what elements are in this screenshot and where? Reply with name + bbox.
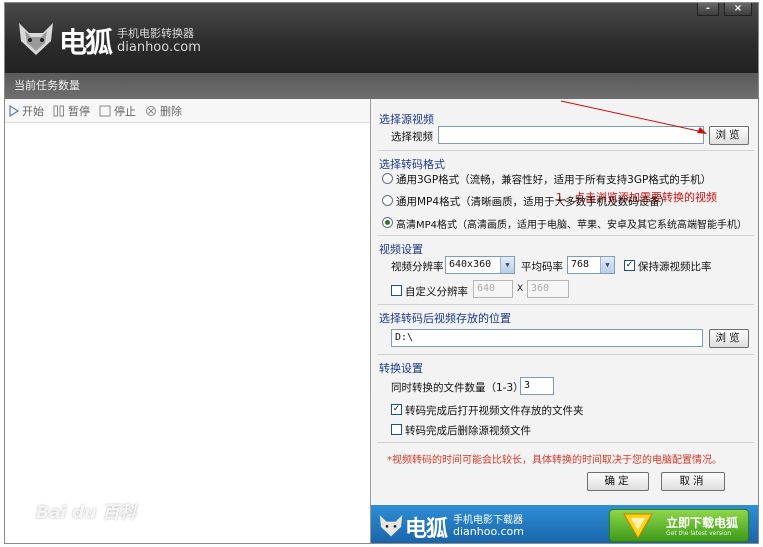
delete-icon — [146, 105, 156, 116]
settings-panel: 选择源视频 选择视频 浏览 1、点击浏览添加需要转换的视频 选择转码格式 通用3… — [371, 99, 758, 543]
start-button[interactable]: 开始 — [9, 103, 44, 119]
resolution-label: 视频分辨率 — [391, 261, 444, 273]
output-path-input[interactable]: D:\ — [391, 329, 703, 347]
output-browse-button[interactable]: 浏览 — [709, 329, 749, 348]
delete-source-checkbox[interactable] — [391, 424, 402, 435]
fox-logo-icon — [379, 515, 403, 537]
brand-subtitle: 手机电影转换器 — [117, 27, 194, 40]
output-section-title: 选择转码后视频存放的位置 — [379, 312, 511, 325]
custom-height-input[interactable]: 360 — [527, 280, 569, 298]
format-3gp-label[interactable]: 通用3GP格式（流畅，兼容性好，适用于所有支持3GP格式的手机） — [396, 172, 711, 187]
bitrate-value: 768 — [571, 259, 590, 270]
pause-label: 暂停 — [68, 104, 90, 118]
delete-button[interactable]: 删除 — [145, 103, 182, 119]
brand-domain: dianhoo.com — [117, 40, 201, 55]
annotation-arrow-icon — [560, 100, 707, 134]
pause-icon — [53, 105, 64, 116]
time-note: *视频转码的时间可能会比较长，具体转换的时间取决于您的电脑配置情况。 — [387, 455, 722, 466]
watermark: Bai du 百科 — [36, 503, 137, 523]
delete-source-label[interactable]: 转码完成后删除源视频文件 — [405, 423, 531, 438]
task-count-label: 当前任务数量 — [14, 79, 80, 92]
chevron-down-icon: ▼ — [600, 257, 614, 273]
format-hd-mp4-label[interactable]: 高清MP4格式（高清画质，适用于电脑、苹果、安卓及其它系统高端智能手机） — [396, 216, 747, 231]
keep-ratio-label[interactable]: 保持源视频比率 — [638, 259, 712, 274]
bitrate-label: 平均码率 — [521, 261, 563, 273]
concurrent-count-input[interactable]: 3 — [520, 377, 554, 395]
custom-width-input[interactable]: 640 — [473, 280, 513, 298]
source-browse-button[interactable]: 浏览 — [709, 126, 749, 145]
concurrent-count-label: 同时转换的文件数量（1-3） — [391, 382, 524, 394]
divider — [377, 442, 754, 443]
bitrate-select[interactable]: 768 ▼ — [567, 256, 615, 274]
open-folder-checkbox[interactable]: ✓ — [391, 404, 402, 415]
chevron-down-icon: ▼ — [500, 257, 514, 273]
keep-ratio-checkbox[interactable]: ✓ — [624, 260, 635, 271]
source-section-title: 选择源视频 — [379, 113, 434, 126]
task-count-bar: 当前任务数量 — [5, 73, 758, 99]
custom-x-label: X — [517, 284, 524, 294]
format-hd-mp4-radio[interactable] — [382, 217, 393, 228]
app-window: 电狐 手机电影转换器 dianhoo.com - × 当前任务数量 开始 暂停 … — [4, 2, 759, 544]
fox-logo-icon — [19, 23, 53, 55]
stop-button[interactable]: 停止 — [99, 103, 136, 119]
play-icon — [9, 104, 19, 117]
download-label: 立即下载电狐 — [666, 516, 739, 530]
title-header: 电狐 手机电影转换器 dianhoo.com - × — [5, 3, 758, 73]
divider — [377, 150, 754, 151]
close-button[interactable]: × — [724, 3, 752, 16]
ad-banner[interactable]: 电狐 手机电影下载器 dianhoo.com 立即下载电狐 Get the la… — [371, 505, 758, 543]
resolution-select[interactable]: 640x360 ▼ — [445, 256, 515, 274]
task-list-panel: 开始 暂停 停止 删除 — [5, 99, 371, 543]
ad-subtitle: 手机电影下载器 — [453, 515, 523, 526]
video-section-title: 视频设置 — [379, 243, 423, 256]
download-sublabel: Get the latest version — [666, 530, 732, 537]
task-toolbar: 开始 暂停 停止 删除 — [5, 99, 370, 123]
custom-resolution-checkbox[interactable] — [391, 285, 402, 296]
ad-brand: 电狐 — [405, 516, 448, 542]
ad-domain: dianhoo.com — [453, 525, 524, 538]
stop-label: 停止 — [114, 104, 136, 118]
format-3gp-radio[interactable] — [382, 173, 393, 184]
minimize-button[interactable]: - — [697, 3, 719, 16]
divider — [377, 304, 754, 305]
stop-icon — [99, 105, 111, 116]
cancel-button[interactable]: 取消 — [661, 472, 725, 491]
open-folder-label[interactable]: 转码完成后打开视频文件存放的文件夹 — [405, 403, 584, 418]
brand-name: 电狐 — [59, 26, 113, 59]
custom-resolution-label[interactable]: 自定义分辨率 — [405, 284, 468, 299]
resolution-value: 640x360 — [449, 259, 492, 270]
divider — [377, 235, 754, 236]
source-label: 选择视频 — [391, 131, 433, 143]
download-now-button[interactable]: 立即下载电狐 Get the latest version — [609, 509, 749, 542]
format-section-title: 选择转码格式 — [379, 158, 445, 171]
convert-section-title: 转换设置 — [379, 362, 423, 375]
delete-label: 删除 — [160, 104, 182, 118]
ok-button[interactable]: 确定 — [587, 472, 649, 491]
format-mp4-label[interactable]: 通用MP4格式（清晰画质，适用于大多数手机及数码设备） — [396, 194, 670, 209]
format-mp4-radio[interactable] — [382, 195, 393, 206]
pause-button[interactable]: 暂停 — [53, 103, 90, 119]
divider — [377, 354, 754, 355]
download-arrow-icon — [623, 513, 653, 539]
start-label: 开始 — [22, 104, 44, 118]
